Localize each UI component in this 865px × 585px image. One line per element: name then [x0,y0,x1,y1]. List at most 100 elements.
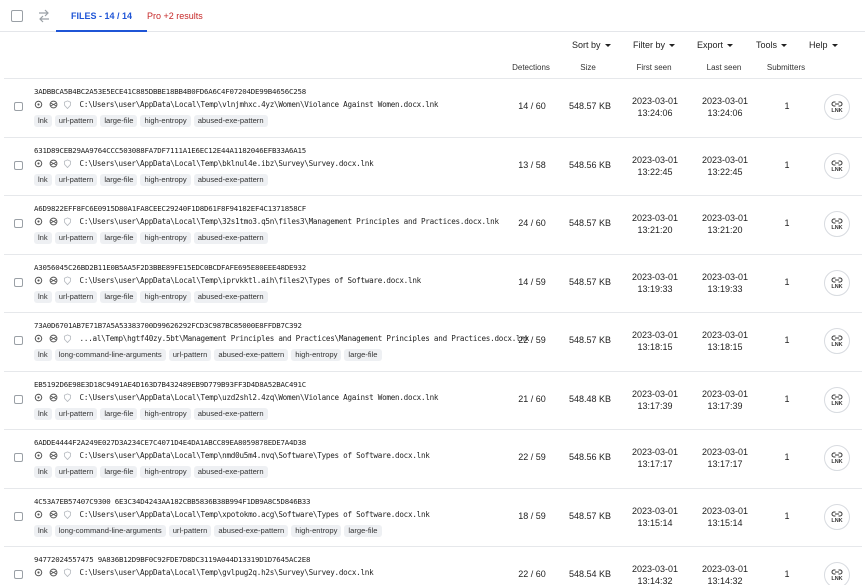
file-row[interactable]: 73A0D6701AB7E71B7A5A53383700D99626292FCD… [4,312,862,371]
tag-chip[interactable]: high-entropy [140,466,191,478]
row-checkbox[interactable] [14,277,23,287]
tag-list: lnk url-pattern large-file high-entropy abus… [34,173,271,186]
file-type-lnk-button[interactable]: LNK [824,386,850,413]
file-type-lnk-button[interactable]: LNK [824,94,850,120]
tag-chip[interactable]: lnk [34,232,52,244]
tag-chip[interactable]: large-file [100,466,138,478]
file-hash-link[interactable]: 631D89CEB29AA9764CCC503088FA7DF7111A1E6E… [34,146,306,155]
tag-chip[interactable]: url-pattern [168,524,212,537]
tag-chip[interactable]: high-entropy [291,349,342,361]
row-checkbox[interactable] [14,336,23,345]
tag-chip[interactable]: high-entropy [140,407,191,420]
tag-chip[interactable]: abused-exe-pattern [214,524,289,537]
tag-chip[interactable]: large-file [100,115,138,127]
first-seen-date: 2023-03-01 [631,388,679,399]
tag-chip[interactable]: high-entropy [140,173,191,186]
file-hash-link[interactable]: 4C53A7EB57407C9300 6E3C34D4243AA182CBB58… [34,497,310,506]
tab-pro-results[interactable]: Pro +2 results [147,0,203,32]
tag-list: lnk url-pattern large-file high-entropy abus… [34,290,271,303]
file-type-lnk-button[interactable]: LNK [824,269,850,296]
file-path-line: C:\Users\user\AppData\Local\Temp\iprvkkt… [34,275,421,287]
tag-chip[interactable]: url-pattern [168,349,212,361]
tools-button[interactable]: Tools [756,40,788,50]
tag-chip[interactable]: large-file [100,290,138,303]
file-type-lnk-button[interactable]: LNK [824,152,850,179]
tag-chip[interactable]: url-pattern [54,173,98,186]
file-hash-link[interactable]: 3ADBBCA5B4BC2A53E5ECE41C885DBBE18BB4B0FD… [34,87,306,96]
submitters-value: 1 [784,510,790,521]
file-row[interactable]: 94772024557475 9A836B12D9BF0C92FDE7D8DC3… [4,546,862,585]
file-row[interactable]: EB5192D6E98E3D18C9491AE4D163D7B432489EB9… [4,370,862,430]
tag-chip[interactable]: large-file [100,407,138,420]
tag-chip[interactable]: lnk [34,173,52,186]
select-all-checkbox[interactable] [11,10,23,22]
filter-by-button[interactable]: Filter by [633,40,676,50]
tag-chip[interactable]: high-entropy [291,524,342,537]
row-checkbox[interactable] [14,453,23,462]
file-row[interactable]: 3ADBBCA5B4BC2A53E5ECE41C885DBBE18BB4B0FD… [4,78,862,137]
file-row[interactable]: A3056045C26BD2B11E0B5AA5F2D3BBE89FE15EDC… [4,253,862,313]
row-checkbox[interactable] [14,219,23,228]
tag-chip[interactable]: large-file [344,349,382,361]
caret-down-icon [781,44,788,48]
tag-chip[interactable]: large-file [100,173,138,186]
tag-chip[interactable]: abused-exe-pattern [214,349,289,361]
tag-chip[interactable]: high-entropy [140,232,191,244]
tag-chip[interactable]: url-pattern [54,466,98,478]
tag-chip[interactable]: lnk [34,115,52,127]
file-hash-link[interactable]: EB5192D6E98E3D18C9491AE4D163D7B432489EB9… [34,380,306,389]
file-hash-link[interactable]: 6ADDE4444F2A249E027D3A234CE7C4071D4E4DA1… [34,438,306,447]
tag-chip[interactable]: abused-exe-pattern [193,290,268,303]
swap-arrows-icon[interactable] [36,8,52,24]
file-hash-link[interactable]: 73A0D6701AB7E71B7A5A53383700D99626292FCD… [34,321,302,330]
row-checkbox[interactable] [14,394,23,404]
tag-chip[interactable]: lnk [34,349,52,361]
first-seen-time: 13:18:15 [637,342,673,352]
tag-chip[interactable]: high-entropy [140,290,191,303]
file-type-lnk-button[interactable]: LNK [824,445,850,471]
file-hash-link[interactable]: A3056045C26BD2B11E0B5AA5F2D3BBE89FE15EDC… [34,263,306,272]
file-type-lnk-button[interactable]: LNK [824,328,850,354]
file-row[interactable]: A6D9822EFF8FC6E0915D80A1FA8CEEC29240F1D8… [4,195,862,254]
tag-chip[interactable]: abused-exe-pattern [193,232,268,244]
file-path-line: C:\Users\user\AppData\Local\Temp\gvlpug2… [34,567,374,579]
tag-chip[interactable]: abused-exe-pattern [193,466,268,478]
tag-chip[interactable]: url-pattern [54,290,98,303]
file-type-lnk-button[interactable]: LNK [824,503,850,530]
help-button[interactable]: Help [809,40,838,50]
tag-chip[interactable]: abused-exe-pattern [193,115,268,127]
file-row[interactable]: 631D89CEB29AA9764CCC503088FA7DF7111A1E6E… [4,136,862,196]
row-checkbox[interactable] [14,511,23,521]
size-value: 548.54 KB [568,569,612,579]
tag-chip[interactable]: lnk [34,407,52,420]
file-row[interactable]: 6ADDE4444F2A249E027D3A234CE7C4071D4E4DA1… [4,429,862,488]
export-button[interactable]: Export [697,40,734,50]
tag-chip[interactable]: abused-exe-pattern [193,407,268,420]
tag-chip[interactable]: large-file [344,524,382,537]
file-type-lnk-button[interactable]: LNK [824,562,850,585]
first-seen-time: 13:24:06 [637,108,673,118]
tag-chip[interactable]: long-command-line-arguments [54,349,166,361]
tab-files[interactable]: FILES - 14 / 14 [56,0,147,32]
tag-chip[interactable]: url-pattern [54,232,98,244]
file-type-lnk-button[interactable]: LNK [824,211,850,237]
tag-chip[interactable]: lnk [34,524,52,537]
file-path: C:\Users\user\AppData\Local\Temp\xpotokm… [79,509,430,519]
tag-chip[interactable]: abused-exe-pattern [193,173,268,186]
row-checkbox[interactable] [14,102,23,111]
row-checkbox[interactable] [14,160,23,170]
tag-chip[interactable]: high-entropy [140,115,191,127]
tag-chip[interactable]: large-file [100,232,138,244]
tag-chip[interactable]: url-pattern [54,407,98,420]
tag-chip[interactable]: lnk [34,466,52,478]
last-seen-time: 13:19:33 [707,283,743,294]
file-path: C:\Users\user\AppData\Local\Temp\nmd0u5m… [79,451,430,461]
tag-chip[interactable]: long-command-line-arguments [54,524,166,537]
file-hash-link[interactable]: A6D9822EFF8FC6E0915D80A1FA8CEEC29240F1D8… [34,204,306,213]
tag-chip[interactable]: lnk [34,290,52,303]
file-hash-link[interactable]: 94772024557475 9A836B12D9BF0C92FDE7D8DC3… [34,555,310,564]
tag-chip[interactable]: url-pattern [54,115,98,127]
sort-by-button[interactable]: Sort by [572,40,611,50]
row-checkbox[interactable] [14,570,23,579]
file-row[interactable]: 4C53A7EB57407C9300 6E3C34D4243AA182CBB58… [4,487,862,547]
